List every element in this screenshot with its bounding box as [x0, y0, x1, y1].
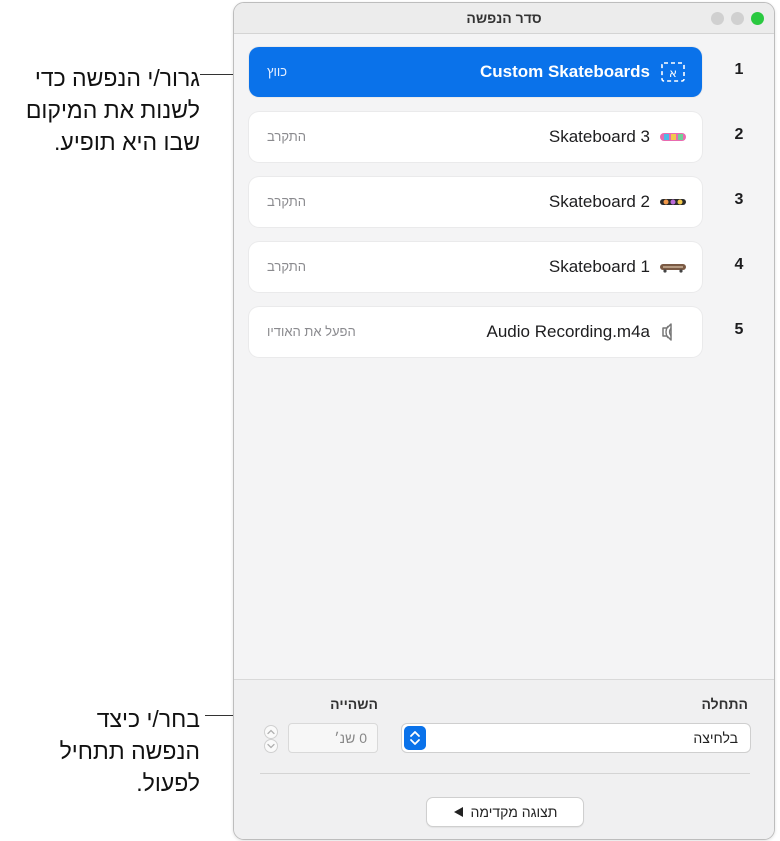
build-row-effect: הפעל את האודיו — [267, 324, 356, 339]
build-options-panel: התחלה השהייה בלחיצה 0 שנ׳ תצוגה מקדימה — [234, 679, 774, 839]
speaker-icon — [662, 323, 672, 341]
callout-choose-line-3: לפעול. — [136, 770, 200, 796]
updown-chevron-icon[interactable] — [404, 726, 426, 750]
delay-input[interactable]: 0 שנ׳ — [288, 723, 378, 753]
skateboard-image-icon — [660, 199, 686, 205]
delay-input-value: 0 שנ׳ — [334, 730, 367, 746]
skateboard-image-icon — [660, 264, 686, 273]
panel-divider — [260, 773, 750, 774]
text-frame-icon: א — [661, 62, 685, 82]
titlebar[interactable]: סדר הנפשה — [234, 3, 774, 34]
start-popup-value: בלחיצה — [693, 730, 738, 746]
build-row-effect: התקרב — [267, 129, 306, 144]
callout-choose-line-2: הנפשה תתחיל — [59, 738, 200, 764]
play-icon — [453, 807, 463, 817]
preview-button-label: תצוגה מקדימה — [470, 804, 558, 820]
start-popup[interactable]: בלחיצה — [401, 723, 751, 753]
build-row[interactable]: Skateboard 1 התקרב 4 — [234, 242, 774, 292]
build-row-number: 5 — [734, 321, 744, 338]
delay-stepper[interactable] — [260, 725, 282, 753]
window-controls — [711, 12, 764, 25]
build-row-card[interactable]: Audio Recording.m4a הפעל את האודיו — [249, 307, 702, 357]
build-row-effect: התקרב — [267, 259, 306, 274]
callout-drag-line-1: גרור/י הנפשה כדי — [34, 65, 200, 91]
build-row-name: Custom Skateboards — [479, 62, 650, 81]
build-row-number: 1 — [734, 61, 744, 78]
delay-label: השהייה — [330, 696, 378, 712]
skateboard-image-icon — [660, 133, 686, 141]
build-row-name: Skateboard 2 — [548, 192, 650, 211]
preview-button[interactable]: תצוגה מקדימה — [426, 797, 584, 827]
build-row-number: 3 — [734, 191, 744, 208]
svg-text:א: א — [669, 66, 677, 80]
start-label: התחלה — [701, 696, 749, 712]
build-row-card[interactable]: Skateboard 3 התקרב — [249, 112, 702, 162]
build-row-card[interactable]: Skateboard 2 התקרב — [249, 177, 702, 227]
callout-drag-line-3: שבו היא תופיע. — [54, 129, 200, 155]
build-row-name: Skateboard 1 — [548, 257, 650, 276]
build-row-number: 2 — [734, 126, 744, 143]
callout-choose: בחר/י כיצד הנפשה תתחיל לפעול. — [0, 703, 200, 799]
close-button[interactable] — [751, 12, 764, 25]
stage: גרור/י הנפשה כדי לשנות את המיקום שבו היא… — [0, 0, 780, 841]
minimize-button[interactable] — [731, 12, 744, 25]
build-row-number: 4 — [734, 256, 744, 273]
build-row-effect: כווץ — [267, 64, 288, 79]
build-row-name: Skateboard 3 — [548, 127, 650, 146]
zoom-button[interactable] — [711, 12, 724, 25]
callout-drag: גרור/י הנפשה כדי לשנות את המיקום שבו היא… — [0, 62, 200, 158]
build-row-effect: התקרב — [267, 194, 306, 209]
build-row[interactable]: Audio Recording.m4a הפעל את האודיו 5 — [234, 307, 774, 357]
callout-drag-line-2: לשנות את המיקום — [25, 97, 200, 123]
build-row[interactable]: Skateboard 3 התקרב 2 — [234, 112, 774, 162]
build-row-card[interactable]: א Custom Skateboards כווץ — [249, 47, 702, 97]
build-row[interactable]: Skateboard 2 התקרב 3 — [234, 177, 774, 227]
animate-order-window: סדר הנפשה א Custom Skateboards כווץ 1 Sk… — [233, 2, 775, 840]
callout-choose-line-1: בחר/י כיצד — [96, 706, 200, 732]
build-row[interactable]: א Custom Skateboards כווץ 1 — [234, 47, 774, 97]
window-title: סדר הנפשה — [466, 10, 542, 26]
build-row-name: Audio Recording.m4a — [486, 322, 650, 341]
build-row-card[interactable]: Skateboard 1 התקרב — [249, 242, 702, 292]
